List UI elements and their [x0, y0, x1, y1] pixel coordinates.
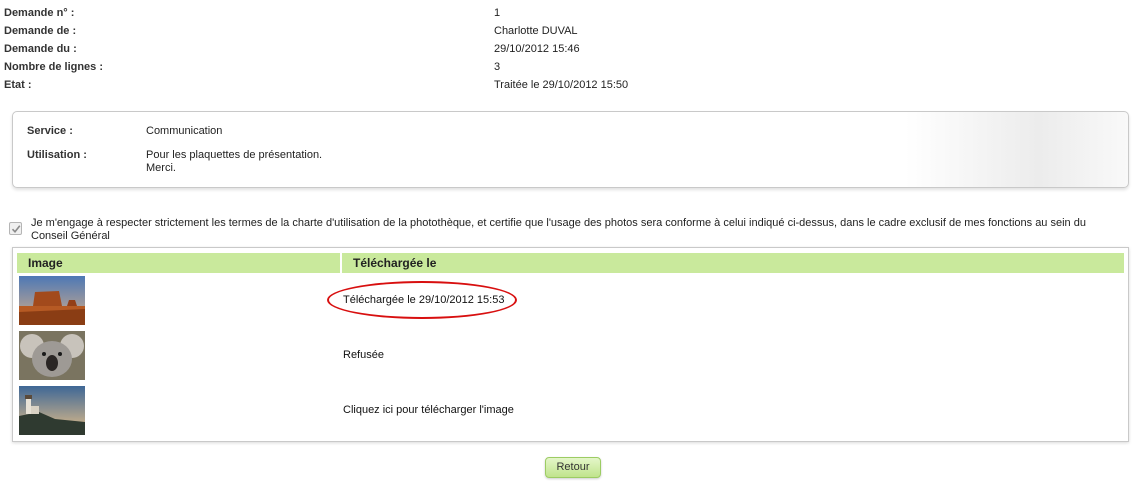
download-status: Refusée [343, 349, 384, 361]
info-label: Demande de : [4, 25, 77, 37]
image-table: Image Téléchargée le Téléchargée le 29/1… [12, 247, 1129, 442]
info-row-requester: Demande de : Charlotte DUVAL [4, 22, 1104, 40]
usage-label: Utilisation : [27, 149, 87, 161]
column-header-downloaded: Téléchargée le [353, 256, 437, 270]
usage-line: Pour les plaquettes de présentation. [146, 149, 323, 161]
column-header-image: Image [28, 256, 63, 270]
info-label: Etat : [4, 79, 32, 91]
info-row-line-count: Nombre de lignes : 3 [4, 58, 1104, 76]
usage-line: Merci. [146, 162, 176, 174]
engagement-checkbox[interactable] [9, 222, 22, 235]
column-divider [340, 253, 342, 273]
thumbnail-koala[interactable] [19, 331, 85, 380]
info-label: Demande du : [4, 43, 77, 55]
info-row-number: Demande n° : 1 [4, 4, 1104, 22]
service-value: Communication [146, 125, 223, 137]
service-box: Service : Communication Utilisation : Po… [12, 111, 1129, 188]
table-header: Image Téléchargée le [17, 253, 1124, 273]
back-button[interactable]: Retour [545, 457, 601, 478]
service-label: Service : [27, 125, 73, 137]
info-value: 1 [494, 7, 501, 19]
info-label: Nombre de lignes : [4, 61, 104, 73]
thumbnail-desert-mesa[interactable] [19, 276, 85, 325]
info-value: Traitée le 29/10/2012 15:50 [494, 79, 629, 91]
checkmark-icon [11, 225, 21, 234]
download-image-link[interactable]: Cliquez ici pour télécharger l'image [343, 404, 514, 416]
usage-value: Pour les plaquettes de présentation. Mer… [146, 149, 322, 175]
engagement-text: Je m'engage à respecter strictement les … [31, 217, 1086, 242]
info-value: 29/10/2012 15:46 [494, 43, 580, 55]
info-label: Demande n° : [4, 7, 75, 19]
thumbnail-lighthouse[interactable] [19, 386, 85, 435]
info-row-state: Etat : Traitée le 29/10/2012 15:50 [4, 76, 1104, 94]
info-row-date: Demande du : 29/10/2012 15:46 [4, 40, 1104, 58]
info-value: 3 [494, 61, 501, 73]
info-value: Charlotte DUVAL [494, 25, 578, 37]
download-status: Téléchargée le 29/10/2012 15:53 [343, 294, 505, 306]
